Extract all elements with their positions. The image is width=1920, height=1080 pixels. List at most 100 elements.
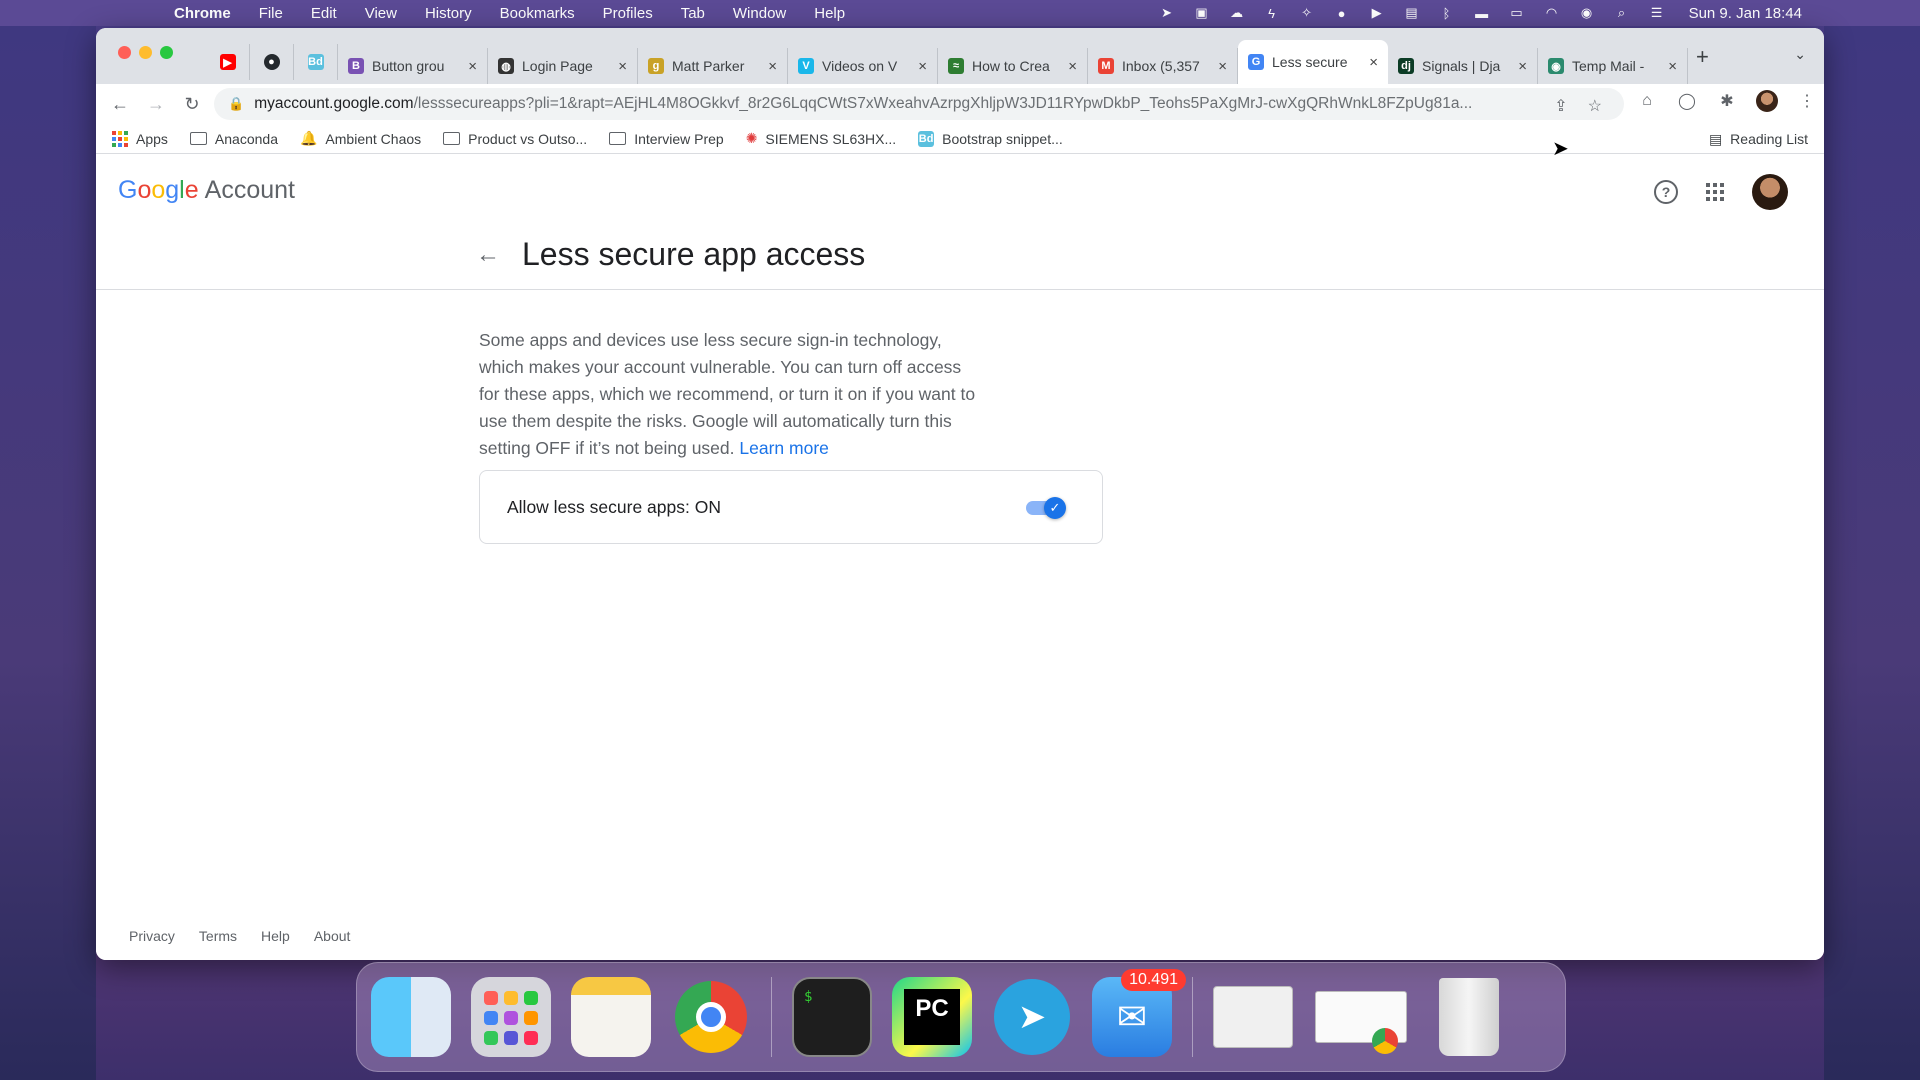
- play-icon[interactable]: ▶: [1368, 5, 1386, 21]
- footer-link-help[interactable]: Help: [261, 928, 290, 944]
- control-center-icon[interactable]: ☰: [1648, 5, 1666, 21]
- tab-close-icon[interactable]: ×: [1218, 58, 1227, 75]
- tab-close-icon[interactable]: ×: [918, 58, 927, 75]
- menu-app-name[interactable]: Chrome: [160, 5, 245, 22]
- tab-close-icon[interactable]: ×: [618, 58, 627, 75]
- menubar-clock[interactable]: Sun 9. Jan 18:44: [1689, 5, 1802, 22]
- reading-list-icon: ▤: [1708, 130, 1723, 147]
- bookmark-ambient-chaos[interactable]: 🔔 Ambient Chaos: [300, 130, 421, 147]
- tab-4[interactable]: ≈ How to Crea ×: [938, 48, 1088, 84]
- fullscreen-window-button[interactable]: [160, 46, 173, 59]
- menu-view[interactable]: View: [351, 5, 411, 22]
- user-icon[interactable]: ◉: [1578, 5, 1596, 21]
- menu-bookmarks[interactable]: Bookmarks: [486, 5, 589, 22]
- new-tab-button[interactable]: +: [1696, 44, 1709, 70]
- battery-icon[interactable]: ▭: [1508, 5, 1526, 21]
- screen-record-icon[interactable]: ▣: [1193, 5, 1211, 21]
- bolt-icon[interactable]: ϟ: [1263, 5, 1281, 21]
- bluetooth-icon[interactable]: ᛒ: [1438, 5, 1456, 21]
- footer-link-privacy[interactable]: Privacy: [129, 928, 175, 944]
- bird-icon[interactable]: ✧: [1298, 5, 1316, 21]
- help-icon[interactable]: ?: [1654, 180, 1678, 204]
- learn-more-link[interactable]: Learn more: [739, 438, 829, 458]
- menu-help[interactable]: Help: [800, 5, 859, 22]
- tab-1[interactable]: ◍ Login Page ×: [488, 48, 638, 84]
- tab-close-icon[interactable]: ×: [1068, 58, 1077, 75]
- cat-icon[interactable]: ●: [1333, 5, 1351, 21]
- footer-link-about[interactable]: About: [314, 928, 351, 944]
- bookmark-anaconda[interactable]: Anaconda: [189, 131, 278, 147]
- google-account-logo[interactable]: Google Account: [118, 176, 295, 205]
- tab-close-icon[interactable]: ×: [1668, 58, 1677, 75]
- address-bar[interactable]: 🔒 myaccount.google.com /lesssecureapps?p…: [214, 88, 1624, 120]
- tab-5[interactable]: M Inbox (5,357 ×: [1088, 48, 1238, 84]
- menu-edit[interactable]: Edit: [297, 5, 351, 22]
- extensions-puzzle-icon[interactable]: ✱: [1716, 90, 1738, 112]
- tab-favicon-icon: M: [1098, 58, 1114, 74]
- cloud-icon[interactable]: ☁: [1228, 5, 1246, 21]
- forward-button[interactable]: →: [138, 94, 174, 115]
- minimize-window-button[interactable]: [139, 46, 152, 59]
- tab-search-chevron-icon[interactable]: ⌄: [1794, 46, 1806, 63]
- tab-close-icon[interactable]: ×: [468, 58, 477, 75]
- bookmark-bootstrap-snippet[interactable]: Bd Bootstrap snippet...: [918, 130, 1063, 147]
- folder-icon: [443, 132, 461, 145]
- navigation-icon[interactable]: ➤: [1158, 5, 1176, 21]
- pinned-tabs: ▶ ● Bd: [206, 44, 338, 80]
- dock-mail[interactable]: ✉ 10.491: [1092, 969, 1186, 1057]
- dock-trash[interactable]: [1429, 977, 1509, 1057]
- menu-history[interactable]: History: [411, 5, 486, 22]
- back-arrow-icon[interactable]: ←: [476, 241, 500, 269]
- pocket-icon[interactable]: ⌂: [1636, 90, 1658, 112]
- share-icon[interactable]: ⇪: [1554, 96, 1567, 116]
- close-window-button[interactable]: [118, 46, 131, 59]
- tab-close-icon[interactable]: ×: [1518, 58, 1527, 75]
- menu-profiles[interactable]: Profiles: [589, 5, 667, 22]
- account-avatar[interactable]: [1752, 174, 1788, 210]
- tab-2[interactable]: g Matt Parker ×: [638, 48, 788, 84]
- dock-finder[interactable]: [371, 977, 451, 1057]
- dock-launchpad[interactable]: [471, 977, 551, 1057]
- bookmark-apps[interactable]: Apps: [112, 130, 168, 147]
- pinned-tab-bootstrap[interactable]: Bd: [294, 44, 338, 80]
- dock-telegram[interactable]: ➤: [992, 977, 1072, 1057]
- lock-icon[interactable]: 🔒: [228, 96, 244, 112]
- dock-notes[interactable]: [571, 977, 651, 1057]
- back-button[interactable]: ←: [102, 94, 138, 115]
- dock-minimized-window[interactable]: [1213, 977, 1293, 1057]
- footer-link-terms[interactable]: Terms: [199, 928, 237, 944]
- menu-window[interactable]: Window: [719, 5, 800, 22]
- reload-button[interactable]: ↻: [174, 94, 210, 115]
- bookmark-product-vs-outso[interactable]: Product vs Outso...: [443, 131, 587, 147]
- tab-8[interactable]: ◉ Temp Mail - ×: [1538, 48, 1688, 84]
- google-apps-grid-icon[interactable]: [1706, 183, 1724, 201]
- extension-circle-icon[interactable]: ◯: [1676, 90, 1698, 112]
- flag-icon[interactable]: ▬: [1473, 5, 1491, 21]
- pinned-tab-github[interactable]: ●: [250, 44, 294, 80]
- menu-tab[interactable]: Tab: [667, 5, 719, 22]
- dock-terminal[interactable]: $: [792, 977, 872, 1057]
- tab-3[interactable]: V Videos on V ×: [788, 48, 938, 84]
- bookmark-interview-prep[interactable]: Interview Prep: [609, 131, 724, 147]
- tab-favicon-icon: g: [648, 58, 664, 74]
- allow-less-secure-apps-toggle[interactable]: ✓: [1026, 493, 1066, 521]
- chrome-menu-icon[interactable]: ⋮: [1796, 90, 1818, 112]
- bookmark-siemens[interactable]: ✺ SIEMENS SL63HX...: [746, 130, 896, 147]
- wifi-icon[interactable]: ◠: [1543, 5, 1561, 21]
- tab-6[interactable]: G Less secure ×: [1238, 40, 1388, 84]
- profile-avatar[interactable]: [1756, 90, 1778, 112]
- reading-list-button[interactable]: ▤ Reading List: [1709, 124, 1808, 154]
- dock-chrome[interactable]: [671, 977, 751, 1057]
- tab-0[interactable]: B Button grou ×: [338, 48, 488, 84]
- tab-close-icon[interactable]: ×: [1369, 54, 1378, 71]
- menu-file[interactable]: File: [245, 5, 297, 22]
- spotlight-search-icon[interactable]: ⌕: [1613, 5, 1631, 21]
- dock-pycharm[interactable]: PC: [892, 977, 972, 1057]
- memory-icon[interactable]: ▤: [1403, 5, 1421, 21]
- chrome-icon: [675, 981, 747, 1053]
- bookmark-star-icon[interactable]: ☆: [1588, 96, 1602, 116]
- tab-close-icon[interactable]: ×: [768, 58, 777, 75]
- dock-minimized-chrome[interactable]: [1313, 977, 1409, 1057]
- pinned-tab-youtube[interactable]: ▶: [206, 44, 250, 80]
- tab-7[interactable]: dj Signals | Dja ×: [1388, 48, 1538, 84]
